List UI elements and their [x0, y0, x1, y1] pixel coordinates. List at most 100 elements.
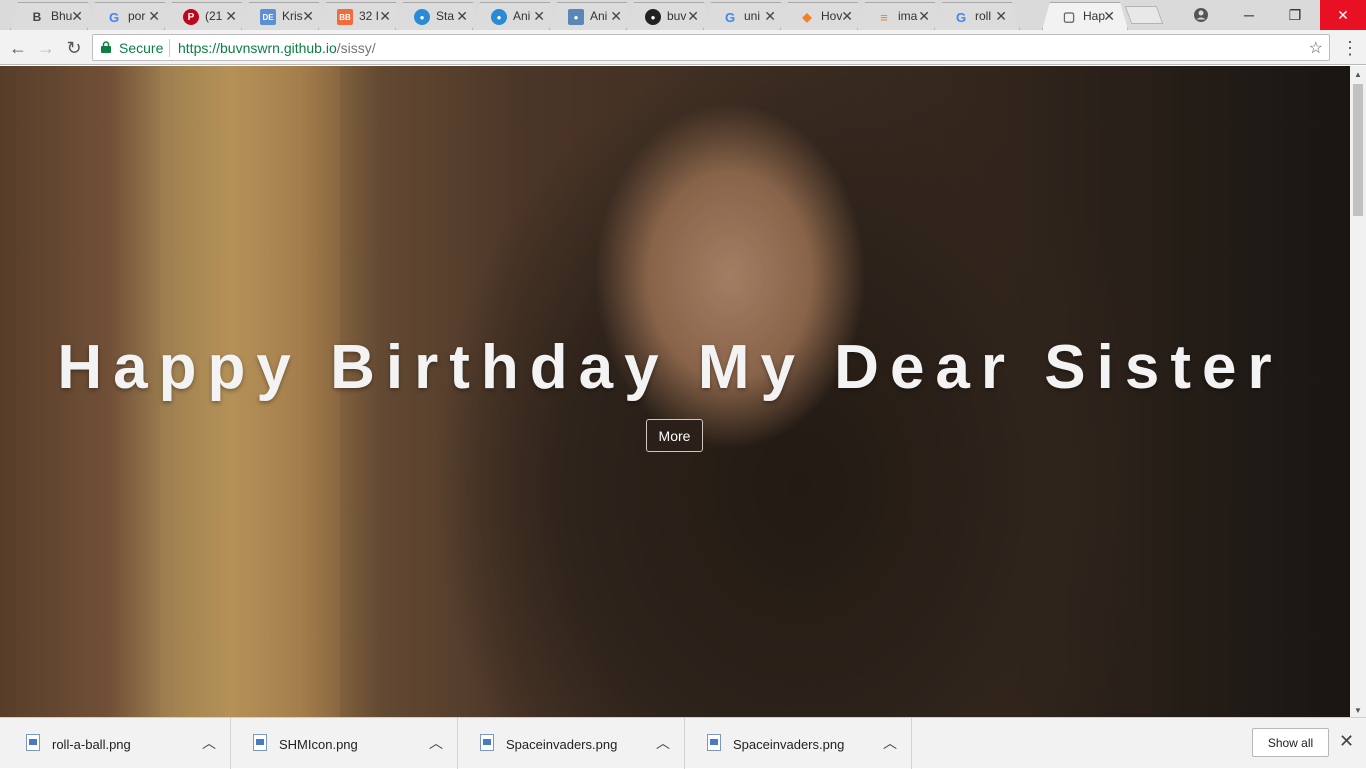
close-icon[interactable]: ✕ [687, 8, 699, 24]
scroll-down-icon[interactable]: ▼ [1354, 706, 1362, 715]
chevron-up-icon[interactable]: ︿ [656, 733, 670, 753]
tab-title: 32 I [359, 9, 380, 23]
url-text[interactable]: https://buvnswrn.github.io/sissy/ [178, 40, 376, 56]
close-icon[interactable]: ✕ [1103, 8, 1115, 24]
tab-title: Ani [590, 9, 608, 23]
image-file-icon [480, 734, 494, 751]
download-item[interactable]: roll-a-ball.png ︿ [4, 718, 231, 769]
reload-button[interactable]: ↻ [62, 36, 86, 60]
download-filename: Spaceinvaders.png [733, 737, 845, 752]
toolbar: ← → ↻ Secure https://buvnswrn.github.io/… [0, 30, 1366, 65]
tab-8[interactable]: ● Ani ✕ [549, 2, 635, 30]
url-host: https://buvnswrn.github.io [178, 40, 337, 56]
menu-icon[interactable]: ⋮ [1340, 36, 1360, 60]
drop-icon: ● [491, 9, 507, 25]
tab-2[interactable]: G por ✕ [87, 2, 173, 30]
tab-title: (21 [205, 9, 223, 23]
google-icon: G [955, 9, 967, 25]
code-icon: ◆ [802, 10, 812, 24]
download-filename: roll-a-ball.png [52, 737, 131, 752]
close-icon[interactable]: ✕ [610, 8, 622, 24]
more-button[interactable]: More [646, 419, 703, 452]
tab-11[interactable]: ◆ Hov ✕ [780, 2, 866, 30]
tab-12[interactable]: ≡ ima ✕ [857, 2, 943, 30]
close-icon[interactable]: ✕ [71, 8, 83, 24]
new-tab-button[interactable] [1124, 6, 1164, 24]
close-icon[interactable]: ✕ [841, 8, 853, 24]
tab-title: Hov [821, 9, 843, 23]
pinterest-icon: P [183, 9, 199, 25]
tab-1[interactable]: B Bhu ✕ [10, 2, 96, 30]
close-icon[interactable]: ✕ [533, 8, 545, 24]
close-icon[interactable]: ✕ [148, 8, 160, 24]
close-icon[interactable]: ✕ [302, 8, 314, 24]
back-button[interactable]: ← [6, 36, 30, 60]
chevron-up-icon[interactable]: ︿ [429, 733, 443, 753]
tab-10[interactable]: G uni ✕ [703, 2, 789, 30]
url-path: /sissy/ [336, 40, 376, 56]
tab-6[interactable]: ● Sta ✕ [395, 2, 481, 30]
chevron-up-icon[interactable]: ︿ [883, 733, 897, 753]
lock-icon [101, 41, 111, 53]
close-window-button[interactable]: ✕ [1320, 0, 1366, 30]
stack-icon: ≡ [880, 9, 888, 25]
close-icon[interactable]: ✕ [764, 8, 776, 24]
close-icon[interactable]: ✕ [456, 8, 468, 24]
tab-9[interactable]: ● buv ✕ [626, 2, 712, 30]
restore-button[interactable]: ❐ [1272, 0, 1318, 30]
tab-3[interactable]: P (21 ✕ [164, 2, 250, 30]
bb-icon: BB [337, 9, 353, 25]
divider [169, 39, 170, 57]
image-file-icon [26, 734, 40, 751]
tab-title: Ani [513, 9, 531, 23]
forward-button[interactable]: → [34, 36, 58, 60]
github-icon: ● [645, 9, 661, 25]
scroll-up-icon[interactable]: ▲ [1354, 70, 1362, 79]
drop-icon: ● [414, 9, 430, 25]
de-icon: DE [260, 9, 276, 25]
minimize-button[interactable]: ─ [1226, 0, 1272, 30]
drop-icon: ● [568, 9, 584, 25]
close-icon[interactable]: ✕ [918, 8, 930, 24]
close-icon[interactable]: ✕ [1339, 731, 1354, 752]
tab-14-active[interactable]: ▢ Hap ✕ [1042, 2, 1128, 30]
tab-strip: B Bhu ✕ G por ✕ P (21 ✕ DE Kris ✕ BB 32 … [0, 0, 1366, 30]
download-item[interactable]: Spaceinvaders.png ︿ [685, 718, 912, 769]
close-icon[interactable]: ✕ [379, 8, 391, 24]
download-item[interactable]: SHMIcon.png ︿ [231, 718, 458, 769]
download-filename: SHMIcon.png [279, 737, 358, 752]
bootstrap-icon: B [32, 10, 42, 24]
vertical-scrollbar[interactable]: ▲ ▼ [1350, 66, 1366, 717]
chevron-up-icon[interactable]: ︿ [202, 733, 216, 753]
google-icon: G [724, 9, 736, 25]
tab-title: Hap [1083, 9, 1105, 23]
tab-title: uni [744, 9, 761, 23]
tab-7[interactable]: ● Ani ✕ [472, 2, 558, 30]
download-item[interactable]: Spaceinvaders.png ︿ [458, 718, 685, 769]
close-icon[interactable]: ✕ [995, 8, 1007, 24]
show-all-button[interactable]: Show all [1252, 728, 1329, 757]
close-icon[interactable]: ✕ [225, 8, 237, 24]
download-filename: Spaceinvaders.png [506, 737, 618, 752]
download-shelf: roll-a-ball.png ︿ SHMIcon.png ︿ Spaceinv… [0, 717, 1366, 769]
profile-icon[interactable] [1178, 0, 1224, 30]
google-icon: G [108, 9, 120, 25]
tab-5[interactable]: BB 32 I ✕ [318, 2, 404, 30]
tab-title: ima [898, 9, 918, 23]
tab-title: Sta [436, 9, 455, 23]
hero-title: Happy Birthday My Dear Sister [57, 333, 1283, 402]
image-file-icon [253, 734, 267, 751]
tab-title: Bhu [51, 9, 73, 23]
tab-title: por [128, 9, 146, 23]
tab-title: roll [975, 9, 992, 23]
page-icon: ▢ [1062, 9, 1076, 24]
bookmark-star-icon[interactable]: ☆ [1309, 38, 1323, 58]
address-bar[interactable]: Secure https://buvnswrn.github.io/sissy/… [92, 34, 1330, 61]
tab-13[interactable]: G roll ✕ [934, 2, 1020, 30]
secure-label: Secure [119, 40, 164, 56]
tab-4[interactable]: DE Kris ✕ [241, 2, 327, 30]
tab-title: Kris [282, 9, 303, 23]
image-file-icon [707, 734, 721, 751]
scrollbar-thumb[interactable] [1353, 84, 1363, 216]
hero-section: Happy Birthday My Dear Sister More [0, 66, 1350, 717]
